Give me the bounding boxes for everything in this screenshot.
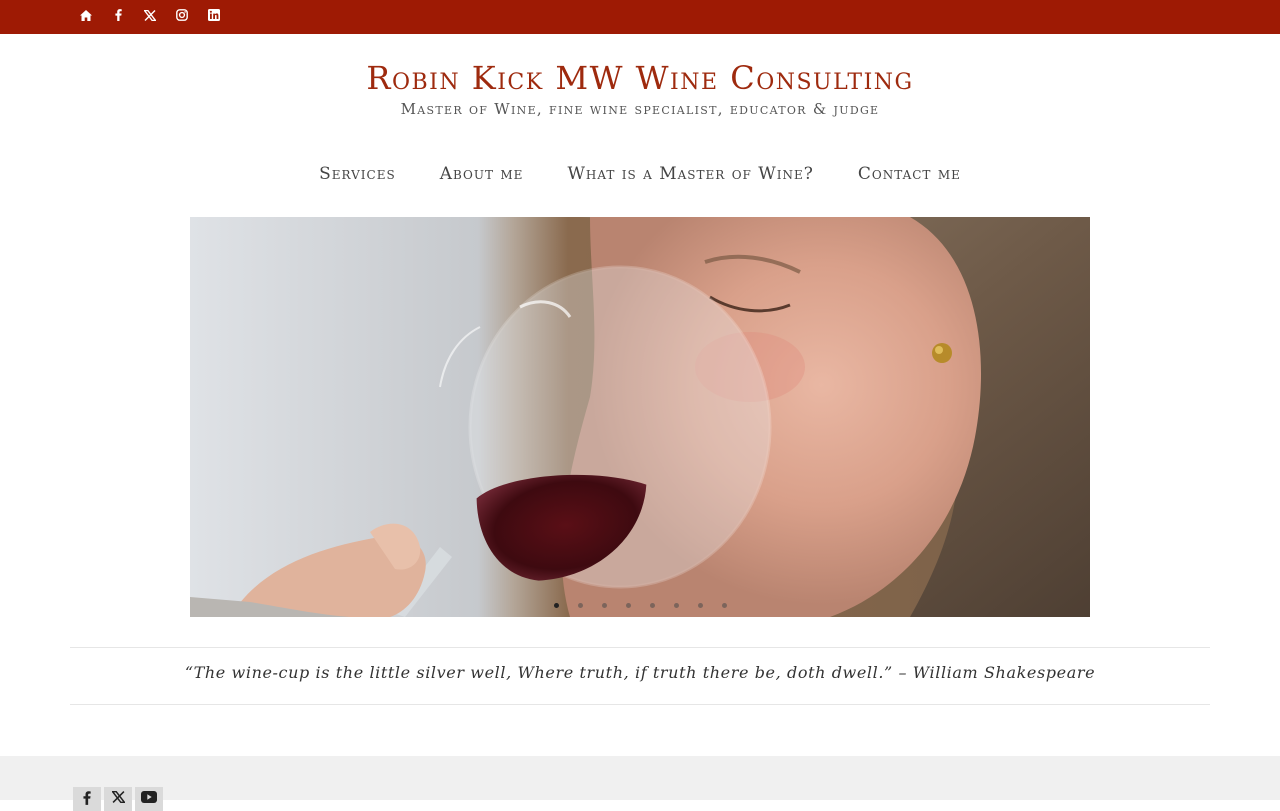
hero-photo xyxy=(190,217,1090,617)
home-icon[interactable] xyxy=(76,7,96,23)
main-nav: Services About me What is a Master of Wi… xyxy=(0,160,1280,188)
slider-dot[interactable] xyxy=(721,602,727,608)
hero-slider[interactable] xyxy=(190,217,1090,617)
nav-item-contact-me[interactable]: Contact me xyxy=(858,161,961,187)
slider-dots xyxy=(190,600,1090,610)
footer xyxy=(0,756,1280,811)
top-bar xyxy=(0,0,1280,34)
youtube-icon[interactable] xyxy=(135,787,163,811)
slider-dot[interactable] xyxy=(577,602,583,608)
nav-item-about-me[interactable]: About me xyxy=(440,161,524,187)
facebook-icon[interactable] xyxy=(108,7,128,23)
nav-item-services[interactable]: Services xyxy=(319,161,396,187)
slider-dot[interactable] xyxy=(601,602,607,608)
slider-dot[interactable] xyxy=(649,602,655,608)
facebook-icon[interactable] xyxy=(73,787,101,811)
site-title[interactable]: Robin Kick MW Wine Consulting xyxy=(0,56,1280,100)
instagram-icon[interactable] xyxy=(172,7,192,23)
divider xyxy=(70,647,1210,648)
slider-dot[interactable] xyxy=(697,602,703,608)
site-tagline: Master of Wine, fine wine specialist, ed… xyxy=(400,100,880,118)
quote-text: “The wine-cup is the little silver well,… xyxy=(184,663,1096,682)
x-icon[interactable] xyxy=(104,787,132,811)
slider-dot[interactable] xyxy=(673,602,679,608)
x-icon[interactable] xyxy=(140,7,160,23)
slider-dot[interactable] xyxy=(553,602,559,608)
divider xyxy=(70,704,1210,705)
slider-dot[interactable] xyxy=(625,602,631,608)
nav-item-what-is-master-of-wine[interactable]: What is a Master of Wine? xyxy=(567,161,813,187)
linkedin-icon[interactable] xyxy=(204,7,224,23)
